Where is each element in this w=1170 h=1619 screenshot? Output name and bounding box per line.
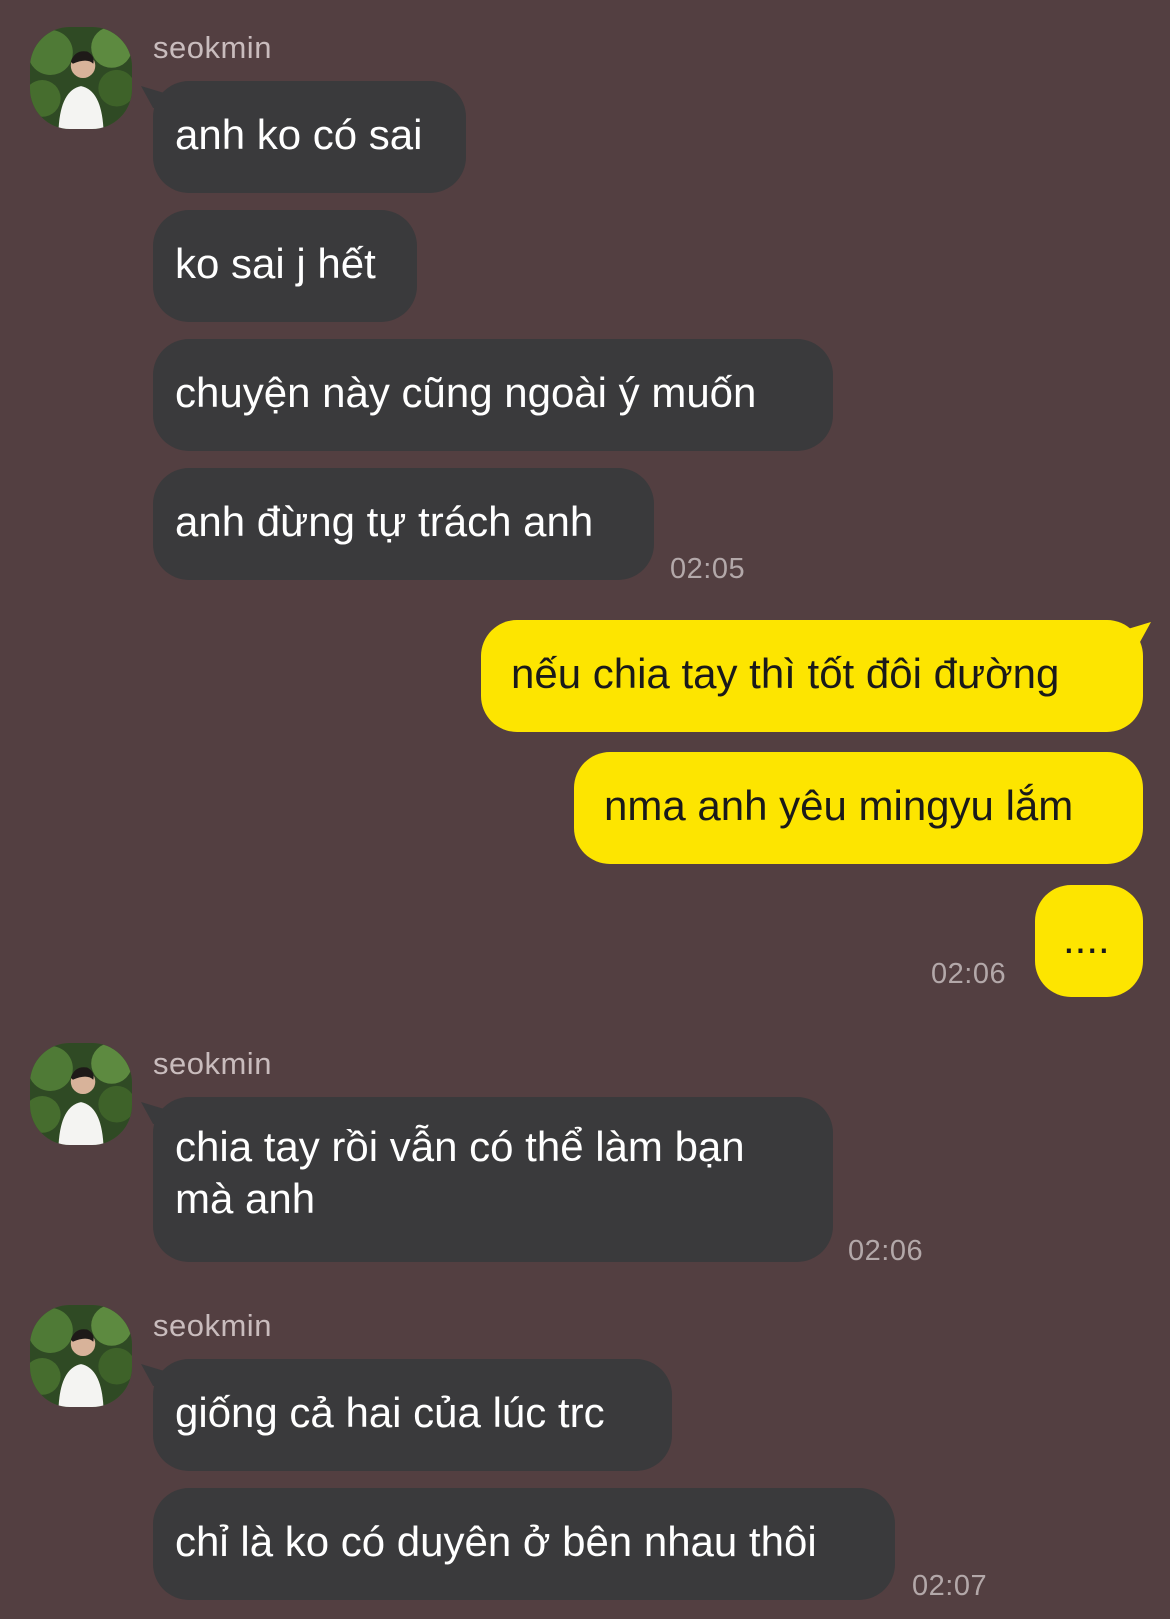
- sender-name: seokmin: [153, 30, 272, 65]
- avatar[interactable]: [30, 1305, 132, 1407]
- message-bubble-incoming[interactable]: chuyện này cũng ngoài ý muốn: [153, 339, 833, 451]
- message-timestamp: 02:06: [848, 1235, 924, 1267]
- profile-photo-icon: [30, 27, 132, 129]
- message-timestamp: 02:06: [931, 958, 1007, 990]
- message-timestamp: 02:05: [670, 553, 746, 585]
- chat-view: seokmin anh ko có sai ko sai j hết chuyệ…: [0, 0, 1170, 1619]
- message-bubble-incoming[interactable]: anh ko có sai: [153, 81, 466, 193]
- avatar[interactable]: [30, 1043, 132, 1145]
- message-bubble-incoming[interactable]: chỉ là ko có duyên ở bên nhau thôi: [153, 1488, 895, 1600]
- message-bubble-incoming[interactable]: chia tay rồi vẫn có thể làm bạn mà anh: [153, 1097, 833, 1262]
- profile-photo-icon: [30, 1305, 132, 1407]
- message-bubble-incoming[interactable]: ko sai j hết: [153, 210, 417, 322]
- sender-name: seokmin: [153, 1046, 272, 1081]
- message-bubble-outgoing[interactable]: ....: [1035, 885, 1143, 997]
- avatar[interactable]: [30, 27, 132, 129]
- sender-name: seokmin: [153, 1308, 272, 1343]
- message-bubble-incoming[interactable]: anh đừng tự trách anh: [153, 468, 654, 580]
- message-bubble-outgoing[interactable]: nếu chia tay thì tốt đôi đường: [481, 620, 1143, 732]
- message-timestamp: 02:07: [912, 1570, 988, 1602]
- message-bubble-outgoing[interactable]: nma anh yêu mingyu lắm: [574, 752, 1143, 864]
- profile-photo-icon: [30, 1043, 132, 1145]
- message-bubble-incoming[interactable]: giống cả hai của lúc trc: [153, 1359, 672, 1471]
